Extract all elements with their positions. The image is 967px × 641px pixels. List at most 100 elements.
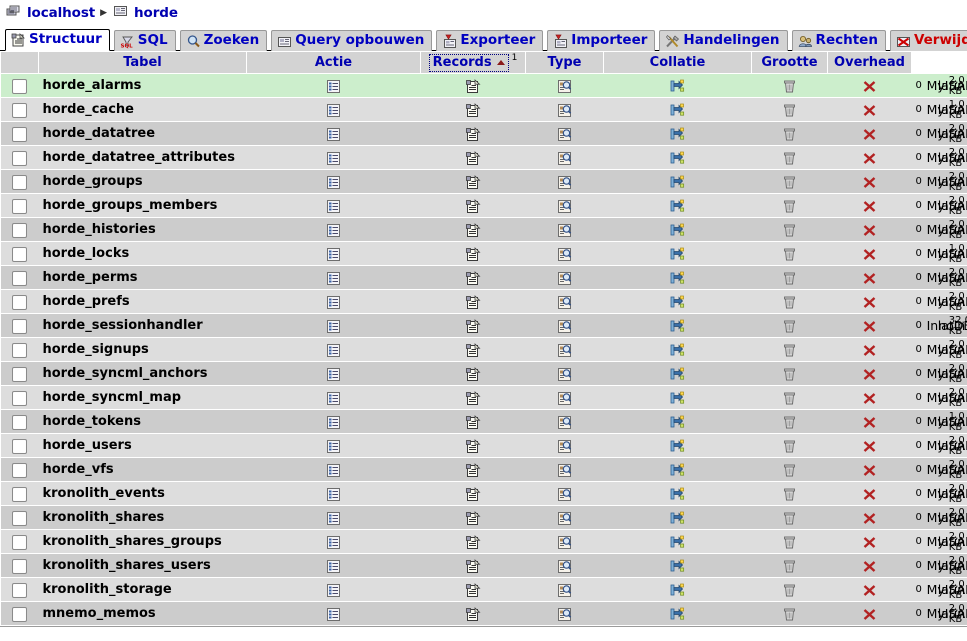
row-checkbox-cell[interactable] [0, 361, 39, 386]
action-structure[interactable] [420, 265, 526, 290]
table-name-cell[interactable]: horde_datatree_attributes [38, 145, 247, 170]
structure-icon[interactable] [465, 559, 481, 574]
action-insert[interactable] [603, 289, 752, 314]
drop-icon[interactable] [862, 487, 877, 502]
table-row[interactable]: kronolith_storage0MyISAMlatin1_swedish_c… [0, 577, 967, 602]
action-drop[interactable] [827, 433, 912, 458]
drop-icon[interactable] [862, 223, 877, 238]
table-name-cell[interactable]: horde_locks [38, 241, 247, 266]
drop-icon[interactable] [862, 79, 877, 94]
table-row[interactable]: kronolith_shares0MyISAMlatin1_swedish_ci… [0, 505, 967, 530]
action-insert[interactable] [603, 313, 752, 338]
action-empty[interactable] [751, 361, 828, 386]
table-row[interactable]: mnemo_memos0MyISAMlatin1_swedish_ci2,0 K… [0, 601, 967, 626]
action-insert[interactable] [603, 577, 752, 602]
table-row[interactable]: horde_cache0MyISAMlatin1_swedish_ci1,0 K… [0, 97, 967, 122]
breadcrumb-server-link[interactable]: localhost [27, 5, 95, 21]
action-insert[interactable] [603, 97, 752, 122]
action-structure[interactable] [420, 361, 526, 386]
action-structure[interactable] [420, 529, 526, 554]
action-search[interactable] [525, 193, 604, 218]
table-name-cell[interactable]: kronolith_shares [38, 505, 247, 530]
structure-icon[interactable] [465, 487, 481, 502]
action-structure[interactable] [420, 73, 526, 98]
action-empty[interactable] [751, 169, 828, 194]
action-drop[interactable] [827, 313, 912, 338]
action-insert[interactable] [603, 505, 752, 530]
table-row[interactable]: horde_users0MyISAMlatin1_swedish_ci2,0 K… [0, 433, 967, 458]
browse-icon[interactable] [326, 127, 341, 142]
action-insert[interactable] [603, 169, 752, 194]
structure-icon[interactable] [465, 367, 481, 382]
drop-icon[interactable] [862, 271, 877, 286]
action-insert[interactable] [603, 553, 752, 578]
table-row[interactable]: horde_locks0MyISAMlatin1_swedish_ci1,0 K… [0, 241, 967, 266]
drop-icon[interactable] [862, 175, 877, 190]
action-search[interactable] [525, 313, 604, 338]
drop-icon[interactable] [862, 439, 877, 454]
insert-icon[interactable] [670, 319, 685, 334]
empty-icon[interactable] [782, 607, 797, 622]
action-structure[interactable] [420, 553, 526, 578]
action-structure[interactable] [420, 217, 526, 242]
row-checkbox[interactable] [12, 438, 27, 454]
drop-icon[interactable] [862, 151, 877, 166]
action-structure[interactable] [420, 601, 526, 626]
insert-icon[interactable] [670, 487, 685, 502]
table-name-cell[interactable]: horde_vfs [38, 457, 247, 482]
action-insert[interactable] [603, 361, 752, 386]
action-insert[interactable] [603, 481, 752, 506]
structure-icon[interactable] [465, 127, 481, 142]
search-icon[interactable] [557, 607, 572, 622]
structure-icon[interactable] [465, 199, 481, 214]
action-structure[interactable] [420, 241, 526, 266]
structure-icon[interactable] [465, 151, 481, 166]
empty-icon[interactable] [782, 439, 797, 454]
header-overhead[interactable]: Overhead [827, 51, 912, 74]
action-insert[interactable] [603, 265, 752, 290]
action-drop[interactable] [827, 457, 912, 482]
action-structure[interactable] [420, 433, 526, 458]
structure-icon[interactable] [465, 391, 481, 406]
empty-icon[interactable] [782, 127, 797, 142]
empty-icon[interactable] [782, 391, 797, 406]
search-icon[interactable] [557, 487, 572, 502]
table-name-cell[interactable]: horde_tokens [38, 409, 247, 434]
table-name-cell[interactable]: kronolith_shares_users [38, 553, 247, 578]
row-checkbox-cell[interactable] [0, 97, 39, 122]
table-row[interactable]: horde_datatree_attributes0MyISAMlatin1_s… [0, 145, 967, 170]
action-browse[interactable] [246, 169, 421, 194]
search-icon[interactable] [557, 391, 572, 406]
browse-icon[interactable] [326, 223, 341, 238]
structure-icon[interactable] [465, 463, 481, 478]
action-browse[interactable] [246, 145, 421, 170]
browse-icon[interactable] [326, 175, 341, 190]
action-search[interactable] [525, 97, 604, 122]
action-drop[interactable] [827, 385, 912, 410]
action-browse[interactable] [246, 121, 421, 146]
action-empty[interactable] [751, 313, 828, 338]
tab-verwijderen[interactable]: Verwijderen [889, 30, 967, 51]
action-browse[interactable] [246, 577, 421, 602]
action-empty[interactable] [751, 481, 828, 506]
insert-icon[interactable] [670, 199, 685, 214]
table-row[interactable]: kronolith_shares_users0MyISAMlatin1_swed… [0, 553, 967, 578]
action-search[interactable] [525, 601, 604, 626]
structure-icon[interactable] [465, 223, 481, 238]
row-checkbox[interactable] [12, 606, 27, 622]
insert-icon[interactable] [670, 391, 685, 406]
action-drop[interactable] [827, 217, 912, 242]
search-icon[interactable] [557, 247, 572, 262]
action-search[interactable] [525, 217, 604, 242]
header-records-sortbox[interactable]: Records [428, 53, 509, 72]
action-search[interactable] [525, 121, 604, 146]
header-type[interactable]: Type [525, 51, 604, 74]
insert-icon[interactable] [670, 175, 685, 190]
empty-icon[interactable] [782, 463, 797, 478]
header-collatie[interactable]: Collatie [603, 51, 752, 74]
table-name-cell[interactable]: horde_datatree [38, 121, 247, 146]
row-checkbox-cell[interactable] [0, 505, 39, 530]
browse-icon[interactable] [326, 247, 341, 262]
action-insert[interactable] [603, 529, 752, 554]
insert-icon[interactable] [670, 607, 685, 622]
